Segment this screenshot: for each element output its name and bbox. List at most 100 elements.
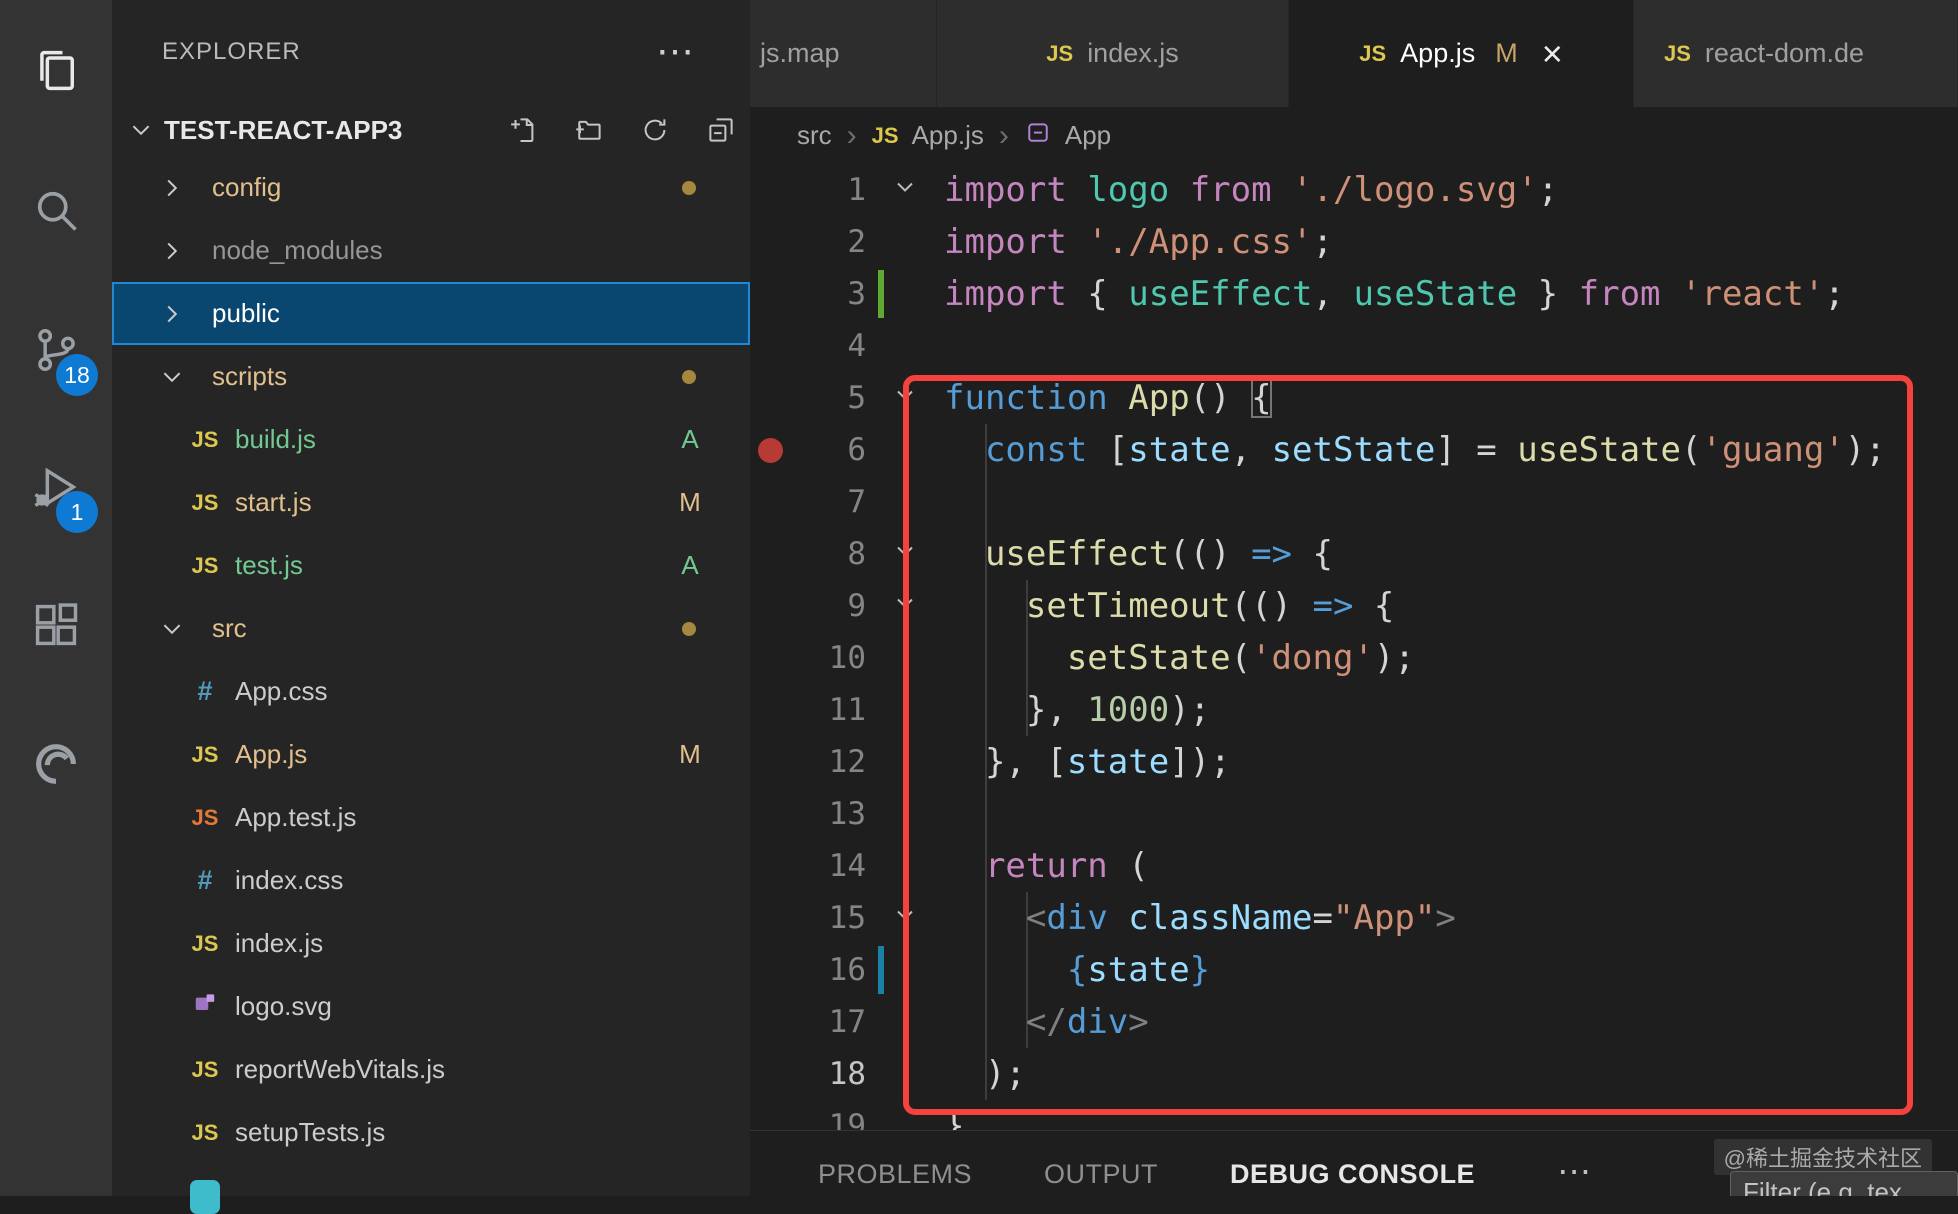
code-line-5[interactable]: 5function App() { — [750, 372, 1958, 424]
breakpoint-gutter[interactable] — [750, 372, 790, 424]
close-icon[interactable]: × — [1542, 39, 1563, 69]
tree-item-logo-svg[interactable]: logo.svg — [112, 975, 750, 1038]
activity-explorer[interactable] — [0, 45, 112, 101]
fold-gutter[interactable] — [866, 216, 944, 268]
breakpoint-gutter[interactable] — [750, 788, 790, 840]
fold-gutter[interactable] — [866, 1048, 944, 1100]
project-root-row[interactable]: TEST-REACT-APP3 — [112, 104, 750, 156]
breakpoint-gutter[interactable] — [750, 840, 790, 892]
code-editor[interactable]: 1import logo from './logo.svg';2import '… — [750, 164, 1958, 1130]
code-line-8[interactable]: 8 useEffect(() => { — [750, 528, 1958, 580]
tree-item-build-js[interactable]: JSbuild.jsA — [112, 408, 750, 471]
fold-gutter[interactable] — [866, 684, 944, 736]
code-line-3[interactable]: 3import { useEffect, useState } from 're… — [750, 268, 1958, 320]
code-line-17[interactable]: 17 </div> — [750, 996, 1958, 1048]
code-line-16[interactable]: 16 {state} — [750, 944, 1958, 996]
breakpoint-gutter[interactable] — [750, 892, 790, 944]
new-file-icon[interactable] — [508, 115, 538, 145]
fold-chevron-icon[interactable] — [891, 164, 919, 216]
code-line-12[interactable]: 12 }, [state]); — [750, 736, 1958, 788]
code-line-7[interactable]: 7 — [750, 476, 1958, 528]
breakpoint-gutter[interactable] — [750, 320, 790, 372]
breadcrumb-symbol[interactable]: App — [1065, 120, 1111, 151]
filter-input[interactable]: Filter (e.g. tex — [1730, 1171, 1958, 1196]
fold-gutter[interactable] — [866, 164, 944, 216]
activity-run-debug[interactable]: 1 — [0, 461, 112, 517]
tree-item-test-js[interactable]: JStest.jsA — [112, 534, 750, 597]
tab-index-js[interactable]: JSindex.js — [937, 0, 1289, 107]
tree-item-index-js[interactable]: JSindex.js — [112, 912, 750, 975]
tree-item-node-modules[interactable]: node_modules — [112, 219, 750, 282]
fold-chevron-icon[interactable] — [891, 580, 919, 632]
tree-item-app-test-js[interactable]: JSApp.test.js — [112, 786, 750, 849]
fold-gutter[interactable] — [866, 632, 944, 684]
fold-gutter[interactable] — [866, 996, 944, 1048]
code-line-19[interactable]: 19} — [750, 1100, 1958, 1130]
panel-tab-debug-console[interactable]: DEBUG CONSOLE — [1230, 1159, 1475, 1190]
fold-gutter[interactable] — [866, 476, 944, 528]
fold-gutter[interactable] — [866, 736, 944, 788]
code-line-11[interactable]: 11 }, 1000); — [750, 684, 1958, 736]
code-line-18[interactable]: 18 ); — [750, 1048, 1958, 1100]
breakpoint-gutter[interactable] — [750, 580, 790, 632]
fold-gutter[interactable] — [866, 372, 944, 424]
breakpoint-gutter[interactable] — [750, 736, 790, 788]
panel-tab-output[interactable]: OUTPUT — [1044, 1159, 1158, 1190]
tree-item-app-js[interactable]: JSApp.jsM — [112, 723, 750, 786]
panel-tab-problems[interactable]: PROBLEMS — [818, 1159, 972, 1190]
tree-item-setuptests-js[interactable]: JSsetupTests.js — [112, 1101, 750, 1164]
tree-item-index-css[interactable]: #index.css — [112, 849, 750, 912]
tree-item-reportwebvitals-js[interactable]: JSreportWebVitals.js — [112, 1038, 750, 1101]
tree-item-app-css[interactable]: #App.css — [112, 660, 750, 723]
fold-gutter[interactable] — [866, 892, 944, 944]
panel-more-actions-icon[interactable]: ⋯ — [1557, 1162, 1592, 1182]
breakpoint-gutter[interactable] — [750, 632, 790, 684]
code-line-15[interactable]: 15 <div className="App"> — [750, 892, 1958, 944]
new-folder-icon[interactable] — [574, 115, 604, 145]
breakpoint-gutter[interactable] — [750, 476, 790, 528]
code-line-13[interactable]: 13 — [750, 788, 1958, 840]
fold-gutter[interactable] — [866, 840, 944, 892]
fold-gutter[interactable] — [866, 1100, 944, 1130]
code-line-4[interactable]: 4 — [750, 320, 1958, 372]
code-line-6[interactable]: 6 const [state, setState] = useState('gu… — [750, 424, 1958, 476]
code-line-2[interactable]: 2import './App.css'; — [750, 216, 1958, 268]
fold-chevron-icon[interactable] — [891, 892, 919, 944]
breakpoint-gutter[interactable] — [750, 268, 790, 320]
fold-gutter[interactable] — [866, 528, 944, 580]
fold-gutter[interactable] — [866, 580, 944, 632]
tree-item-scripts[interactable]: scripts — [112, 345, 750, 408]
breadcrumb-file[interactable]: App.js — [912, 120, 984, 151]
fold-chevron-icon[interactable] — [891, 528, 919, 580]
breakpoint-icon[interactable] — [758, 438, 783, 463]
fold-gutter[interactable] — [866, 788, 944, 840]
tab-app-js[interactable]: JSApp.jsM× — [1289, 0, 1634, 107]
activity-edge[interactable] — [0, 738, 112, 794]
tree-item-start-js[interactable]: JSstart.jsM — [112, 471, 750, 534]
breakpoint-gutter[interactable] — [750, 216, 790, 268]
breadcrumb-folder[interactable]: src — [797, 120, 832, 151]
code-line-14[interactable]: 14 return ( — [750, 840, 1958, 892]
activity-extensions[interactable] — [0, 599, 112, 655]
fold-gutter[interactable] — [866, 424, 944, 476]
breakpoint-gutter[interactable] — [750, 944, 790, 996]
fold-chevron-icon[interactable] — [891, 372, 919, 424]
activity-search[interactable] — [0, 184, 112, 240]
breakpoint-gutter[interactable] — [750, 1100, 790, 1130]
tree-item-public[interactable]: public — [112, 282, 750, 345]
more-actions-icon[interactable]: ⋯ — [656, 42, 695, 62]
breakpoint-gutter[interactable] — [750, 164, 790, 216]
breakpoint-gutter[interactable] — [750, 528, 790, 580]
tab-react-dom-de[interactable]: JSreact-dom.de — [1634, 0, 1958, 107]
collapse-all-icon[interactable] — [706, 115, 736, 145]
activity-source-control[interactable]: 18 — [0, 324, 112, 380]
breakpoint-gutter[interactable] — [750, 424, 790, 476]
refresh-icon[interactable] — [640, 115, 670, 145]
breakpoint-gutter[interactable] — [750, 684, 790, 736]
code-line-1[interactable]: 1import logo from './logo.svg'; — [750, 164, 1958, 216]
code-line-9[interactable]: 9 setTimeout(() => { — [750, 580, 1958, 632]
breakpoint-gutter[interactable] — [750, 1048, 790, 1100]
code-line-10[interactable]: 10 setState('dong'); — [750, 632, 1958, 684]
fold-gutter[interactable] — [866, 320, 944, 372]
tree-item-config[interactable]: config — [112, 156, 750, 219]
